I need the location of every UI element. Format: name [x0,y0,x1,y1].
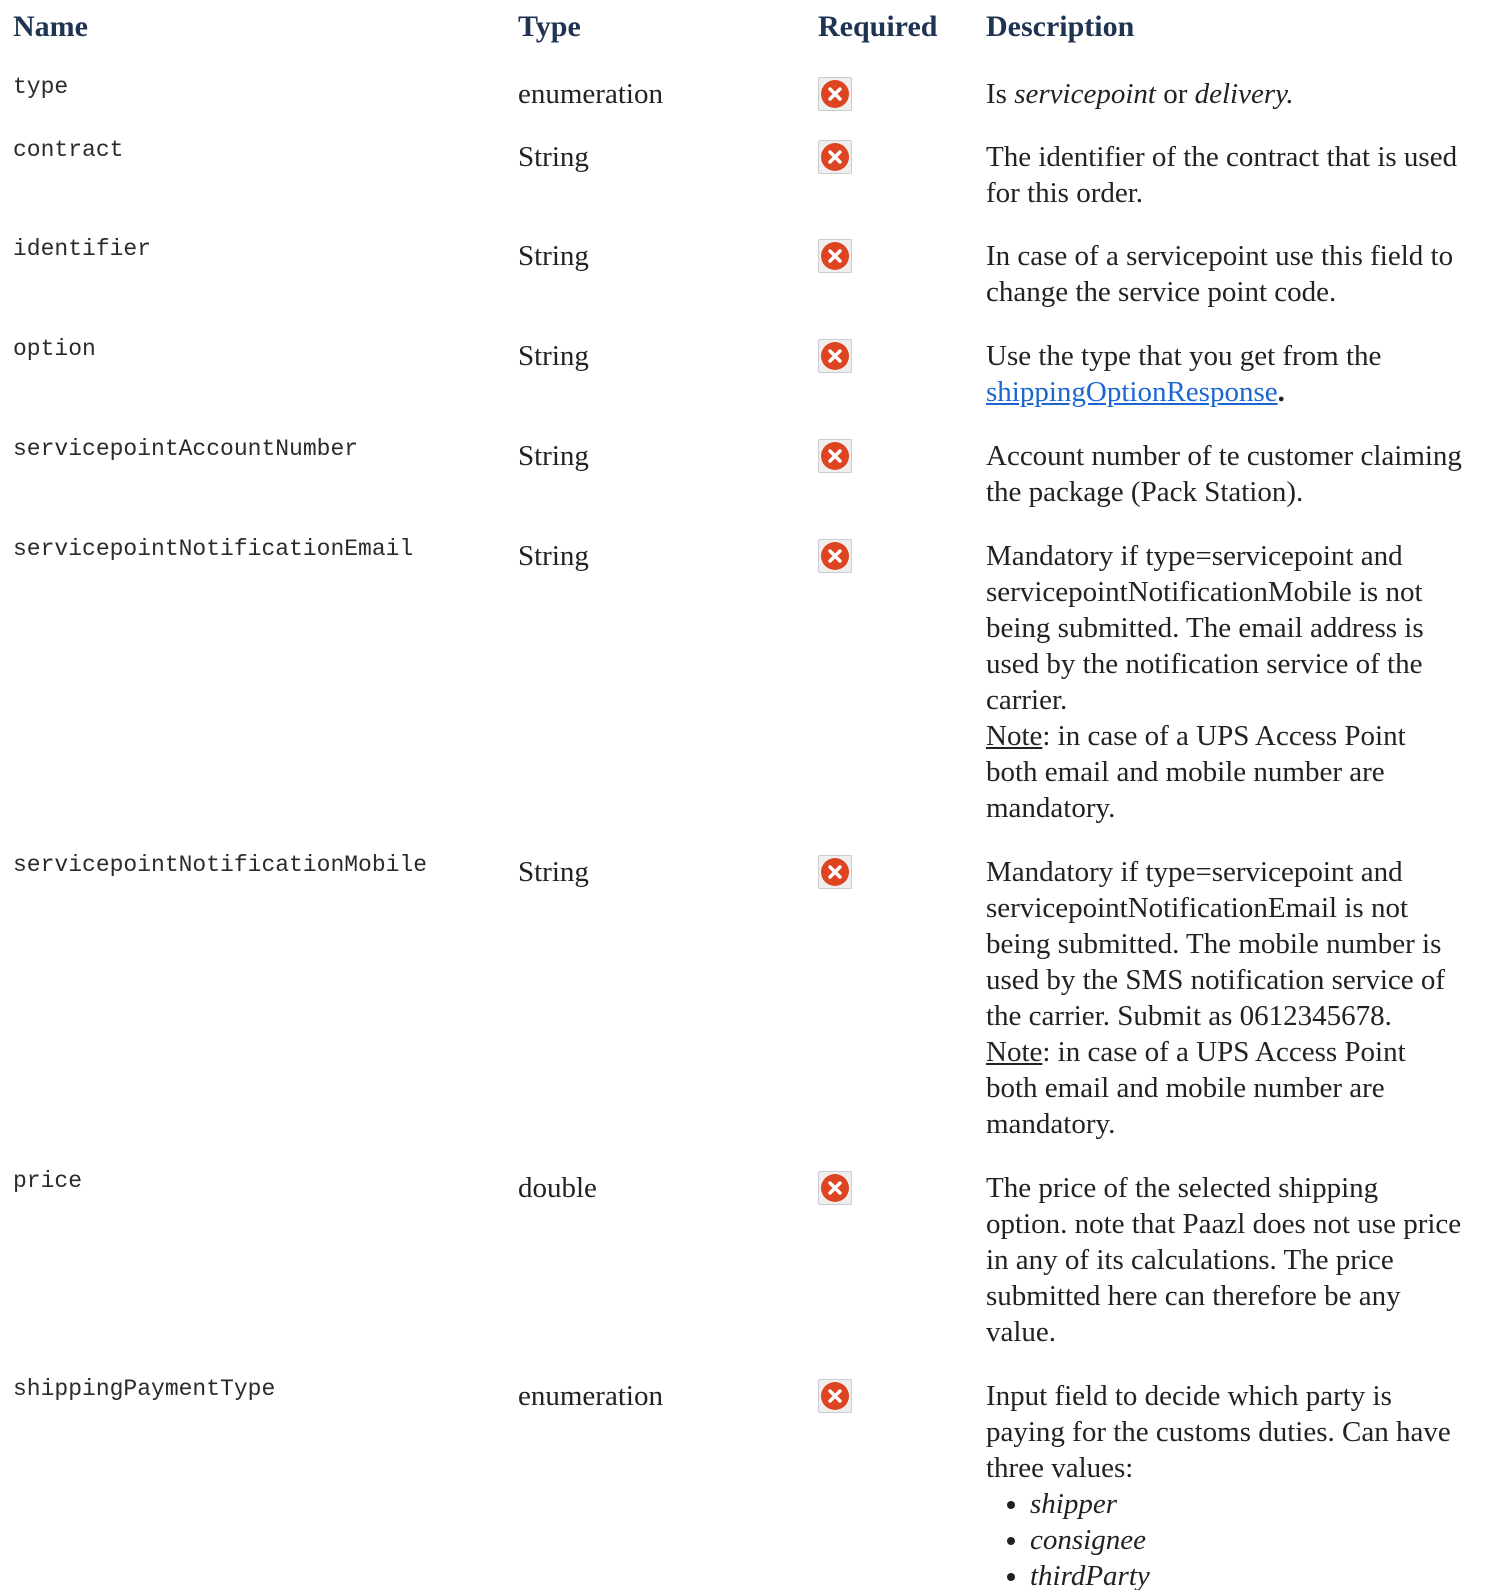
required-indicator [818,539,852,573]
param-name: servicepointNotificationEmail [13,536,414,562]
param-type: String [518,856,589,888]
required-indicator [818,1171,852,1205]
error-x-icon [821,1174,849,1202]
shipping-option-response-link[interactable]: shippingOptionResponse [986,376,1278,408]
required-indicator [818,239,852,273]
error-x-icon [821,542,849,570]
param-description: In case of a servicepoint use this field… [986,240,1454,308]
error-x-icon [821,858,849,886]
list-item: shipper [1030,1486,1497,1522]
header-type: Type [518,10,581,43]
param-description: Mandatory if type=servicepoint and servi… [986,856,1446,1140]
param-name: type [13,74,69,100]
param-description: The identifier of the contract that is u… [986,141,1458,209]
param-name: price [13,1168,83,1194]
header-description: Description [986,10,1135,43]
param-type: String [518,141,589,173]
param-type: enumeration [518,78,663,110]
required-indicator [818,339,852,373]
error-x-icon [821,342,849,370]
param-type: String [518,540,589,572]
param-type: String [518,240,589,272]
param-description: Mandatory if type=servicepoint and servi… [986,540,1424,824]
error-x-icon [821,143,849,171]
header-required: Required [818,10,938,43]
param-description: The price of the selected shipping optio… [986,1172,1462,1348]
param-name: servicepointNotificationMobile [13,852,428,878]
note-label: Note [986,1036,1043,1068]
list-item: consignee [1030,1522,1497,1558]
required-indicator [818,1379,852,1413]
param-description: Input field to decide which party is pay… [986,1378,1497,1590]
error-x-icon [821,1382,849,1410]
required-indicator [818,855,852,889]
value-list: shipper consignee thirdParty [986,1486,1497,1590]
error-x-icon [821,442,849,470]
note-label: Note [986,720,1043,752]
required-indicator [818,140,852,174]
parameter-table: Name Type Required Description type enum… [0,0,1497,1590]
param-type: enumeration [518,1380,663,1412]
required-indicator [818,77,852,111]
param-name: shippingPaymentType [13,1376,276,1402]
param-type: String [518,440,589,472]
param-description: Is servicepoint or delivery. [986,78,1294,110]
param-description: Use the type that you get from the shipp… [986,340,1382,408]
param-description: Account number of te customer claiming t… [986,440,1462,508]
param-type: double [518,1172,597,1204]
header-name: Name [13,10,88,43]
list-item: thirdParty [1030,1558,1497,1590]
param-name: identifier [13,236,152,262]
param-name: option [13,336,96,362]
error-x-icon [821,80,849,108]
error-x-icon [821,242,849,270]
param-name: servicepointAccountNumber [13,436,359,462]
required-indicator [818,439,852,473]
param-type: String [518,340,589,372]
param-name: contract [13,137,124,163]
